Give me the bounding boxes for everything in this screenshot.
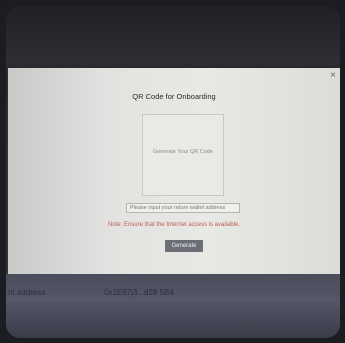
qr-onboarding-modal: × QR Code for Onboarding Generate Your Q… — [8, 68, 340, 274]
background-value: 0x1E67j3...d28 5B4 — [104, 288, 174, 297]
dimmed-content-area: nt address 0x1E67j3...d28 5B4 — [6, 274, 340, 338]
screen: × QR Code for Onboarding Generate Your Q… — [6, 6, 340, 338]
qr-code-area: Generate Your QR Code — [142, 114, 224, 196]
modal-title: QR Code for Onboarding — [132, 92, 216, 101]
qr-placeholder-text: Generate Your QR Code — [153, 149, 213, 155]
close-icon[interactable]: × — [330, 70, 336, 81]
device-frame: × QR Code for Onboarding Generate Your Q… — [0, 0, 345, 343]
internet-note: Note: Ensure that the Internet access is… — [107, 222, 241, 228]
wallet-address-input[interactable] — [126, 203, 240, 213]
generate-button[interactable]: Generate — [165, 240, 203, 252]
dimmed-header-area — [6, 6, 340, 68]
background-label: nt address — [8, 288, 46, 297]
